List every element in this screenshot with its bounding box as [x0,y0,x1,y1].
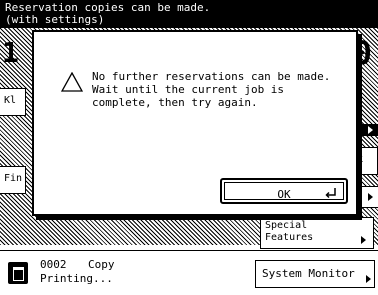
enter-return-icon [325,188,336,199]
background-left-button-1[interactable]: Kl [0,88,26,116]
system-monitor-label: System Monitor [262,267,355,280]
dialog-message: No further reservations can be made. Wai… [92,70,331,109]
special-features-arrow-icon [361,236,366,244]
ok-button-frame: OK [224,182,344,201]
right-tab-arrow-icon [368,126,373,134]
warning-triangle-icon [61,72,83,92]
background-left-button-2-label: Fin [4,173,23,184]
background-right-tab[interactable] [358,124,378,136]
job-id: 0002 [40,258,67,271]
reservation-warning-dialog: No further reservations can be made. Wai… [32,30,358,216]
status-bar: 0002 Copy Printing... System Monitor [0,250,378,295]
copy-count-left: 1 [2,36,19,69]
background-right-arrow-button[interactable] [358,186,378,208]
print-job-icon [8,262,28,284]
job-status: Printing... [40,272,113,285]
special-features-label: Special Features [265,220,314,243]
job-type: Copy [88,258,115,271]
background-left-button-1-label: Kl [4,95,17,106]
chevron-right-icon [368,193,373,201]
system-monitor-button[interactable]: System Monitor [255,260,375,288]
special-features-button[interactable]: Special Features [260,217,374,249]
system-monitor-arrow-icon [366,275,371,283]
top-message: Reservation copies can be made. (with se… [5,1,211,26]
ok-button[interactable]: OK [220,178,348,204]
background-left-button-2[interactable]: Fin [0,166,26,194]
top-message-bar: Reservation copies can be made. (with se… [0,0,378,28]
copier-screen: Reservation copies can be made. (with se… [0,0,378,295]
